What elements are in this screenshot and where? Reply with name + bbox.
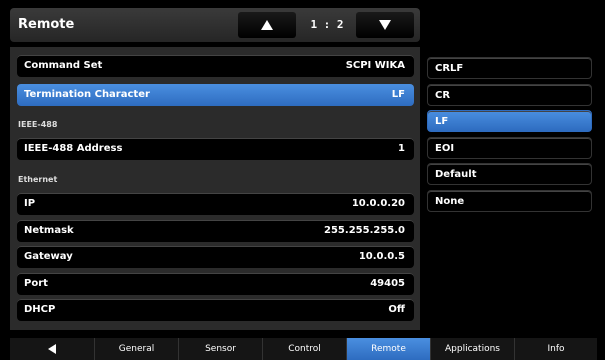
ip-row[interactable]: IP 10.0.0.20 xyxy=(17,193,414,215)
command-set-row[interactable]: Command Set SCPI WIKA xyxy=(17,55,414,77)
tab-remote[interactable]: Remote xyxy=(346,338,430,360)
header-bar: Remote 1 : 2 xyxy=(10,8,420,42)
termination-options-panel: CRLF CR LF EOI Default None xyxy=(421,47,597,330)
page-up-button[interactable] xyxy=(238,12,296,38)
netmask-value: 255.255.255.0 xyxy=(324,225,405,236)
tab-general[interactable]: General xyxy=(94,338,178,360)
netmask-row[interactable]: Netmask 255.255.255.0 xyxy=(17,220,414,242)
port-value: 49405 xyxy=(370,278,405,289)
dhcp-label: DHCP xyxy=(24,304,56,315)
option-label: Default xyxy=(435,169,477,180)
ethernet-section-header: Ethernet xyxy=(18,175,58,184)
termination-character-row[interactable]: Termination Character LF xyxy=(17,84,414,106)
command-set-label: Command Set xyxy=(24,60,103,71)
triangle-down-icon xyxy=(379,20,391,30)
triangle-left-icon xyxy=(48,343,56,354)
option-eoi[interactable]: EOI xyxy=(427,137,592,159)
settings-panel: Command Set SCPI WIKA Termination Charac… xyxy=(10,47,420,330)
tab-sensor[interactable]: Sensor xyxy=(178,338,262,360)
gateway-row[interactable]: Gateway 10.0.0.5 xyxy=(17,246,414,268)
option-label: None xyxy=(435,196,465,207)
ieee-section-header: IEEE-488 xyxy=(18,120,58,129)
option-default[interactable]: Default xyxy=(427,163,592,185)
dhcp-value: Off xyxy=(388,304,405,315)
option-label: LF xyxy=(435,116,449,127)
ieee-address-label: IEEE-488 Address xyxy=(24,143,123,154)
port-label: Port xyxy=(24,278,48,289)
port-row[interactable]: Port 49405 xyxy=(17,273,414,295)
option-label: CR xyxy=(435,90,451,101)
dhcp-row[interactable]: DHCP Off xyxy=(17,299,414,321)
tab-applications[interactable]: Applications xyxy=(430,338,514,360)
termination-character-value: LF xyxy=(391,89,405,100)
ip-label: IP xyxy=(24,198,36,209)
page-indicator: 1 : 2 xyxy=(310,18,344,31)
triangle-up-icon xyxy=(261,20,273,30)
tab-info[interactable]: Info xyxy=(514,338,597,360)
tab-control[interactable]: Control xyxy=(262,338,346,360)
ieee-address-value: 1 xyxy=(398,143,405,154)
option-label: EOI xyxy=(435,143,455,154)
ieee-address-row[interactable]: IEEE-488 Address 1 xyxy=(17,138,414,160)
option-none[interactable]: None xyxy=(427,190,592,212)
option-label: CRLF xyxy=(435,63,464,74)
option-cr[interactable]: CR xyxy=(427,84,592,106)
back-button[interactable] xyxy=(10,338,94,360)
page-title: Remote xyxy=(18,17,75,32)
gateway-label: Gateway xyxy=(24,251,73,262)
termination-character-label: Termination Character xyxy=(24,89,150,100)
gateway-value: 10.0.0.5 xyxy=(358,251,405,262)
option-lf[interactable]: LF xyxy=(427,110,592,132)
page-down-button[interactable] xyxy=(356,12,414,38)
netmask-label: Netmask xyxy=(24,225,74,236)
command-set-value: SCPI WIKA xyxy=(345,60,405,71)
option-crlf[interactable]: CRLF xyxy=(427,57,592,79)
ip-value: 10.0.0.20 xyxy=(351,198,405,209)
tab-bar: General Sensor Control Remote Applicatio… xyxy=(10,338,597,360)
